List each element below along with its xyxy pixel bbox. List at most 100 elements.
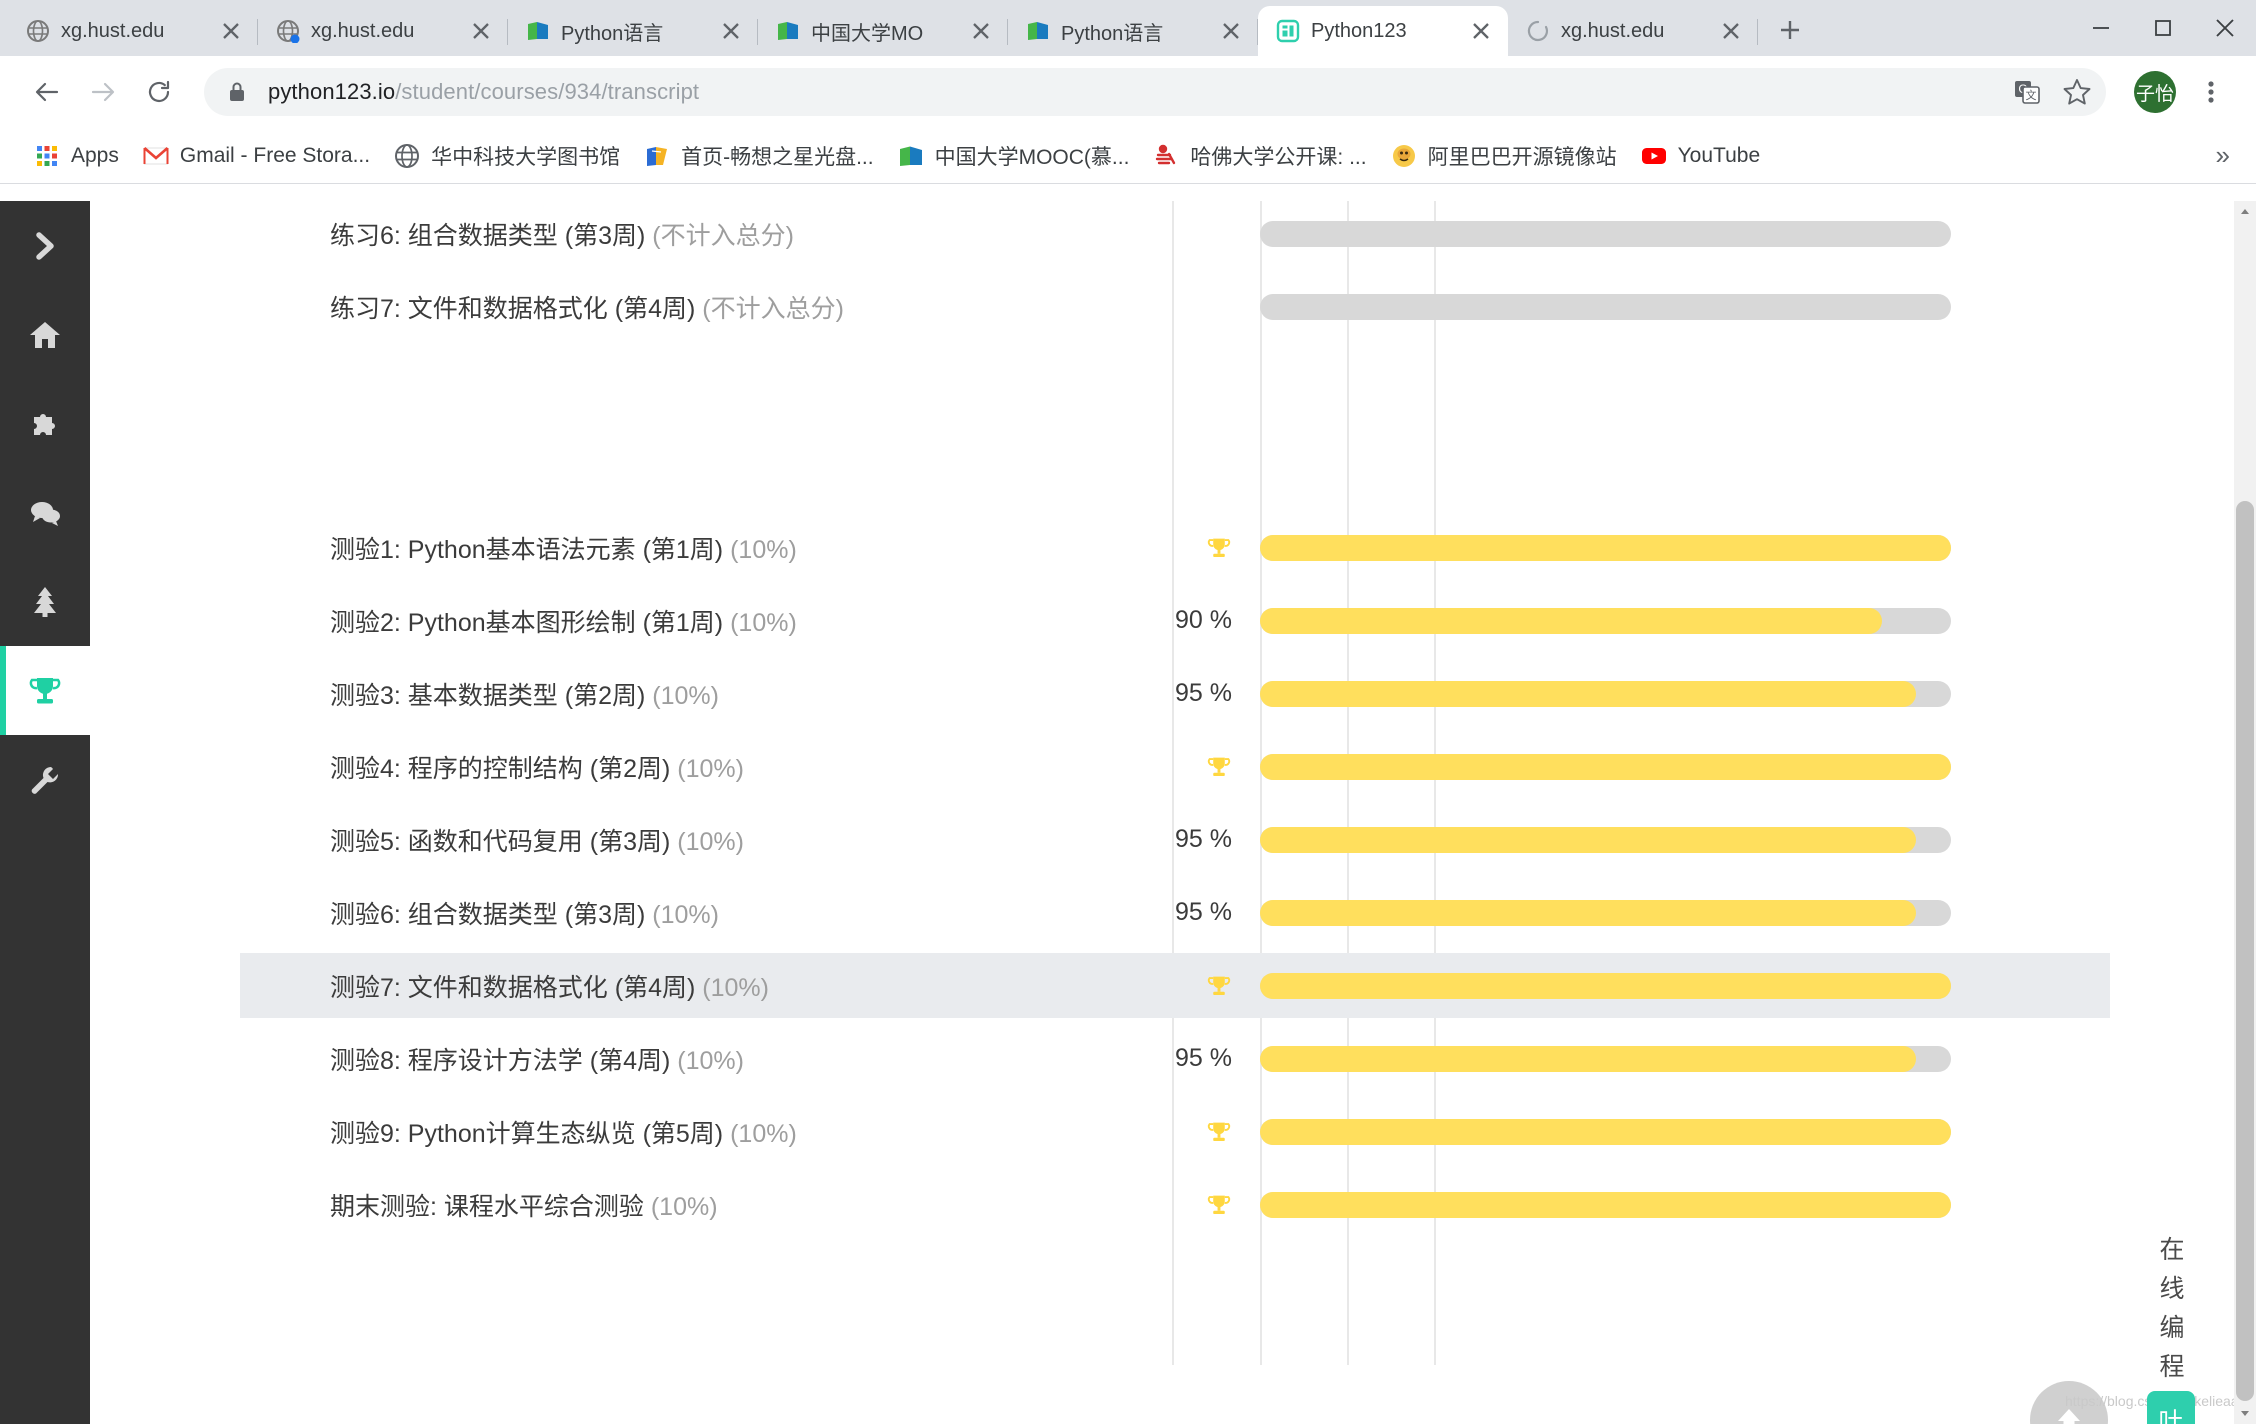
bookmark-label: 阿里巴巴开源镜像站 xyxy=(1427,145,1617,169)
url-host: python123.io xyxy=(268,79,396,104)
reload-button[interactable] xyxy=(134,67,184,117)
bookmark-alibaba-mirror[interactable]: 阿里巴巴开源镜像站 xyxy=(1379,135,1629,177)
close-icon[interactable] xyxy=(1468,18,1494,44)
star-icon[interactable] xyxy=(2054,69,2100,115)
bookmark-harvard[interactable]: 哈佛大学公开课: ... xyxy=(1141,135,1378,177)
row-title: 测验2: Python基本图形绘制 (第1周) (10%) xyxy=(330,608,797,637)
sidebar-item-tools[interactable] xyxy=(0,735,90,824)
wrench-icon xyxy=(31,766,59,794)
table-row[interactable]: 测验3: 基本数据类型 (第2周) (10%) 95 % xyxy=(240,661,2110,726)
row-title: 练习7: 文件和数据格式化 (第4周) (不计入总分) xyxy=(330,294,844,323)
three-dot-menu-icon[interactable] xyxy=(2188,69,2234,115)
address-bar[interactable]: python123.io/student/courses/934/transcr… xyxy=(204,68,2106,116)
table-row[interactable]: 测验5: 函数和代码复用 (第3周) (10%) 95 % xyxy=(240,807,2110,872)
browser-tab[interactable]: xg.hust.edu xyxy=(258,6,508,56)
browser-tab[interactable]: Python语言 xyxy=(508,6,758,56)
sidebar-item-home[interactable] xyxy=(0,290,90,379)
row-score xyxy=(1030,754,1260,780)
row-title: 测验8: 程序设计方法学 (第4周) (10%) xyxy=(330,1046,744,1075)
row-score: 95 % xyxy=(1175,679,1232,707)
chevron-right-icon xyxy=(36,231,54,260)
maximize-button[interactable] xyxy=(2132,0,2194,56)
row-title: 测验1: Python基本语法元素 (第1周) (10%) xyxy=(330,535,797,564)
bookmark-label: 中国大学MOOC(慕... xyxy=(934,145,1130,169)
progress-bar xyxy=(1260,753,1951,780)
table-row[interactable]: 测验4: 程序的控制结构 (第2周) (10%) xyxy=(240,734,2110,799)
sidebar-item-tree[interactable] xyxy=(0,557,90,646)
table-row[interactable]: 练习7: 文件和数据格式化 (第4周) (不计入总分) xyxy=(240,274,2110,339)
red-seal-icon xyxy=(1153,143,1179,169)
online-coding-label[interactable]: 在线编程 xyxy=(2155,1231,2189,1387)
sidebar-item-puzzle[interactable] xyxy=(0,379,90,468)
scroll-up-arrow[interactable] xyxy=(2234,201,2256,223)
transcript-panel: 练习6: 组合数据类型 (第3周) (不计入总分) 练习7: 文件和数据格式化 … xyxy=(90,201,2237,1424)
youtube-icon xyxy=(1641,143,1667,169)
row-score xyxy=(1030,535,1260,561)
close-icon[interactable] xyxy=(1718,18,1744,44)
tab-title: xg.hust.edu xyxy=(61,19,165,42)
close-icon[interactable] xyxy=(468,18,494,44)
tab-title: Python语言 xyxy=(1061,22,1164,45)
avatar[interactable]: 子怡 xyxy=(2134,71,2176,113)
lock-icon xyxy=(226,80,248,104)
scroll-down-arrow[interactable] xyxy=(2234,1402,2256,1424)
table-row[interactable]: 测验8: 程序设计方法学 (第4周) (10%) 95 % xyxy=(240,1026,2110,1091)
forward-button[interactable] xyxy=(78,67,128,117)
minimize-button[interactable] xyxy=(2070,0,2132,56)
browser-tab[interactable]: Python语言 xyxy=(1008,6,1258,56)
new-tab-button[interactable] xyxy=(1768,8,1812,52)
progress-bar xyxy=(1260,607,1951,634)
table-row[interactable]: 测验1: Python基本语法元素 (第1周) (10%) xyxy=(240,515,2110,580)
progress-bar xyxy=(1260,899,1951,926)
tab-title: Python123 xyxy=(1311,19,1407,42)
browser-tab[interactable]: 中国大学MO xyxy=(758,6,1008,56)
browser-tab[interactable]: xg.hust.edu xyxy=(8,6,258,56)
table-row[interactable]: 期末测验: 课程水平综合测验 (10%) xyxy=(240,1172,2110,1237)
book-icon xyxy=(898,143,924,169)
bookmark-cxstar[interactable]: 首页-畅想之星光盘... xyxy=(632,135,886,177)
bookmark-label: 首页-畅想之星光盘... xyxy=(681,145,874,169)
globe-icon xyxy=(394,143,420,169)
bookmark-gmail[interactable]: Gmail - Free Stora... xyxy=(131,137,382,175)
sidebar-item-transcript[interactable] xyxy=(0,646,90,735)
url-path: /student/courses/934/transcript xyxy=(395,79,700,104)
table-row[interactable]: 测验2: Python基本图形绘制 (第1周) (10%) 90 % xyxy=(240,588,2110,653)
close-icon[interactable] xyxy=(1218,18,1244,44)
bookmark-hust-library[interactable]: 华中科技大学图书馆 xyxy=(382,135,632,177)
sidebar-item-discussion[interactable] xyxy=(0,468,90,557)
table-row[interactable]: 测验9: Python计算生态纵览 (第5周) (10%) xyxy=(240,1099,2110,1164)
close-icon[interactable] xyxy=(218,18,244,44)
bookmark-apps[interactable]: Apps xyxy=(22,137,131,175)
apps-grid-icon xyxy=(34,143,60,169)
browser-tab[interactable]: xg.hust.edu xyxy=(1508,6,1758,56)
close-icon[interactable] xyxy=(718,18,744,44)
trophy-icon xyxy=(1207,976,1231,995)
gmail-icon xyxy=(143,143,169,169)
close-window-button[interactable] xyxy=(2194,0,2256,56)
feedback-button[interactable]: 吐槽 xyxy=(2147,1391,2195,1424)
browser-toolbar: python123.io/student/courses/934/transcr… xyxy=(0,56,2256,128)
bookmarks-overflow-button[interactable]: » xyxy=(2204,140,2242,171)
row-score xyxy=(1030,1192,1260,1218)
bookmark-youtube[interactable]: YouTube xyxy=(1629,137,1773,175)
table-row-highlighted[interactable]: 测验7: 文件和数据格式化 (第4周) (10%) xyxy=(240,953,2110,1018)
bookmark-label: Gmail - Free Stora... xyxy=(179,143,371,167)
tab-title: 中国大学MO xyxy=(811,22,924,45)
book-icon xyxy=(776,19,800,43)
sidebar-item-expand[interactable] xyxy=(0,201,90,290)
back-button[interactable] xyxy=(22,67,72,117)
translate-icon[interactable]: G文 xyxy=(2004,69,2050,115)
url-text: python123.io/student/courses/934/transcr… xyxy=(268,79,699,105)
scrollbar-thumb[interactable] xyxy=(2236,501,2254,1401)
table-row[interactable]: 练习6: 组合数据类型 (第3周) (不计入总分) xyxy=(240,201,2110,266)
page-scrollbar[interactable] xyxy=(2234,201,2256,1424)
globe-icon xyxy=(26,19,50,43)
bookmark-mooc[interactable]: 中国大学MOOC(慕... xyxy=(886,135,1142,177)
close-icon[interactable] xyxy=(968,18,994,44)
table-row[interactable]: 测验6: 组合数据类型 (第3周) (10%) 95 % xyxy=(240,880,2110,945)
chat-bubbles-icon xyxy=(31,501,60,526)
trophy-icon xyxy=(1207,1122,1231,1141)
row-title: 测验6: 组合数据类型 (第3周) (10%) xyxy=(330,900,719,929)
browser-tab-active[interactable]: Python123 xyxy=(1258,6,1508,56)
row-score xyxy=(1030,1119,1260,1145)
